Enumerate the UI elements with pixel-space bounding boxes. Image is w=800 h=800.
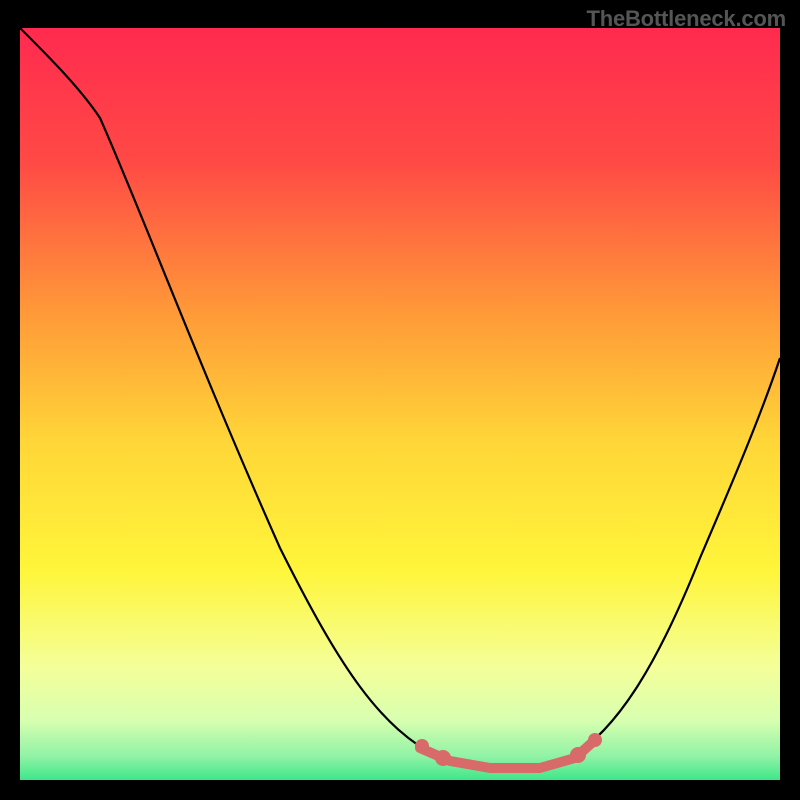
chart-container: TheBottleneck.com [0, 0, 800, 800]
highlight-dot-left-1 [415, 739, 429, 753]
gradient-background [20, 28, 780, 780]
highlight-dot-right-2 [588, 733, 602, 747]
highlight-dot-left-2 [435, 750, 451, 766]
highlight-dot-right-1 [570, 747, 586, 763]
plot-area [20, 28, 780, 780]
chart-svg [20, 28, 780, 780]
